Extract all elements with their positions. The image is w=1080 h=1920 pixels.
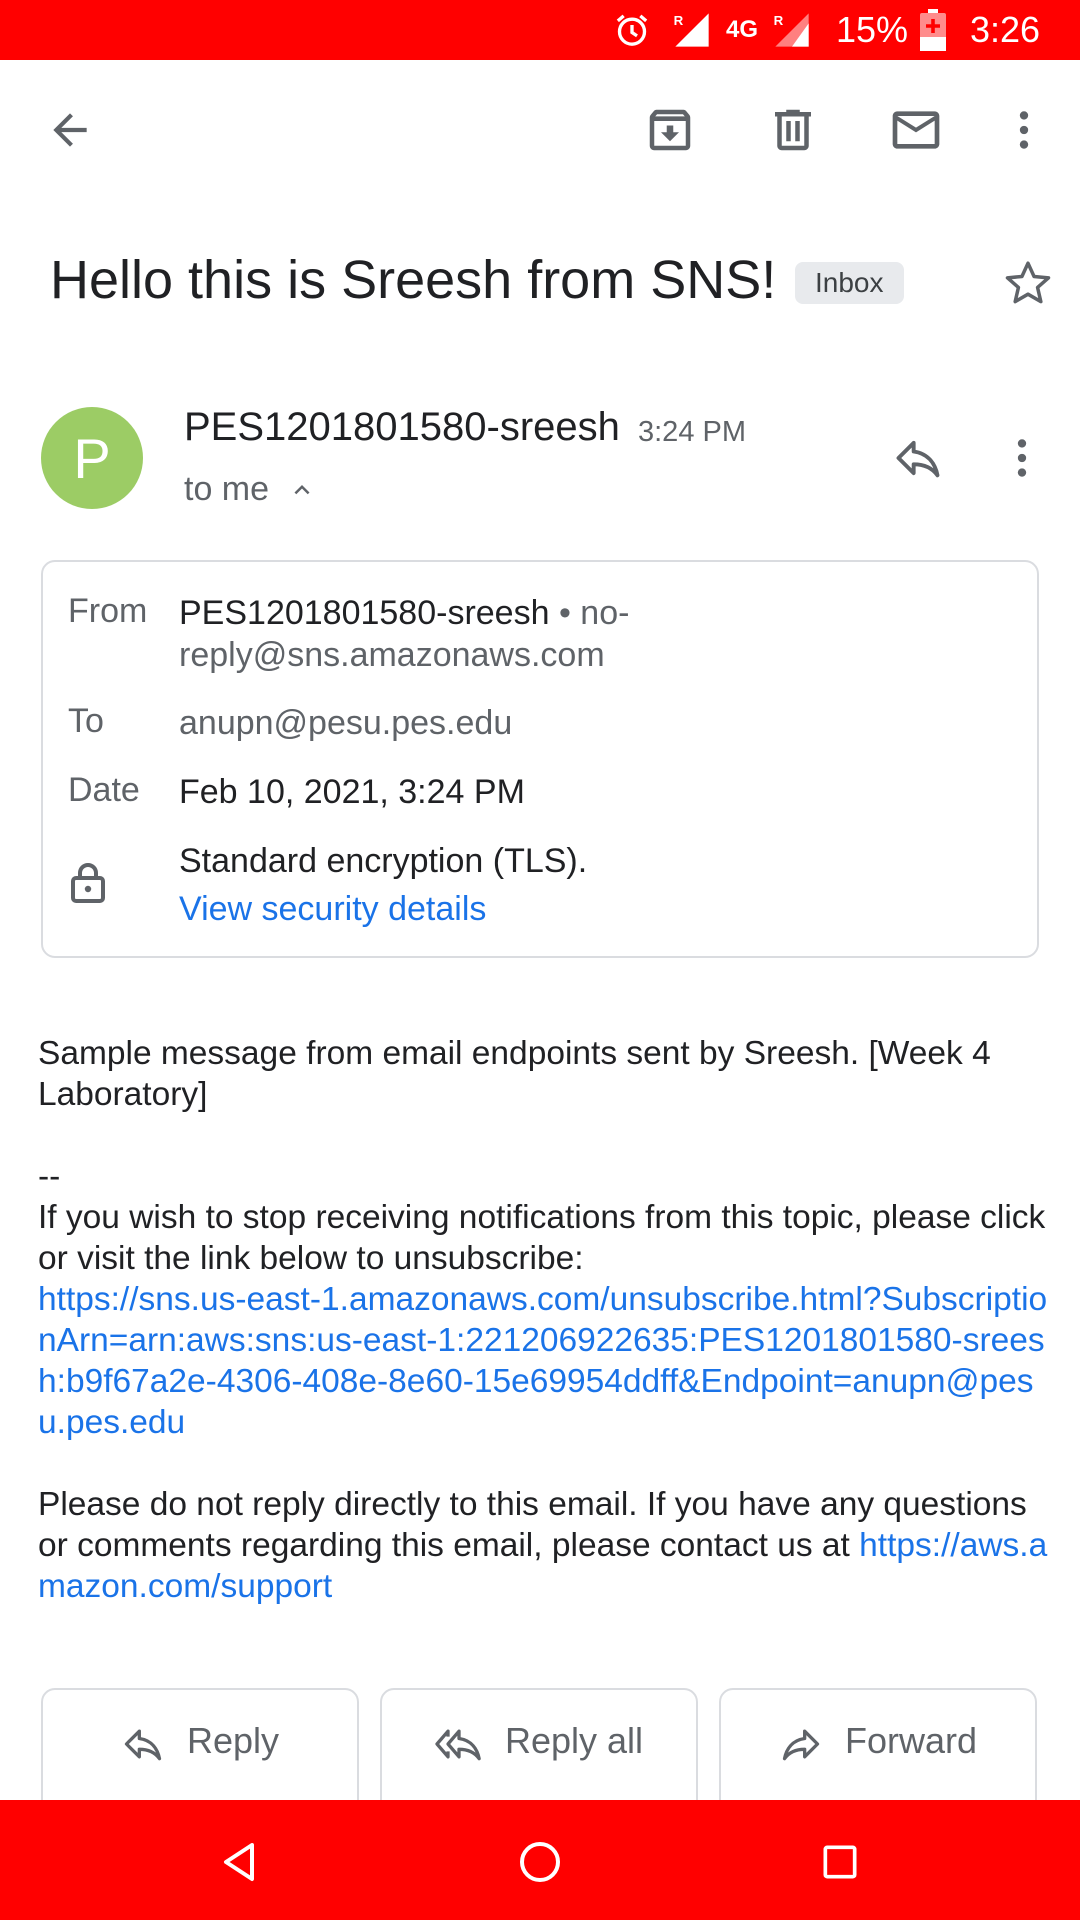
- reply-icon: [121, 1722, 165, 1766]
- signal-icon: R: [772, 0, 812, 60]
- security-info: Standard encryption (TLS). View security…: [179, 840, 999, 930]
- action-buttons: Reply Reply all Forward: [0, 1688, 1080, 1800]
- date-label: Date: [68, 771, 140, 809]
- reply-label: Reply: [186, 1720, 280, 1761]
- recipient-summary-label: to me: [184, 470, 270, 508]
- archive-icon: [649, 109, 691, 151]
- to-label: To: [68, 702, 104, 740]
- from-label: From: [68, 592, 148, 630]
- recipient-summary[interactable]: to me: [184, 470, 317, 509]
- more-vert-icon: [1019, 111, 1029, 149]
- mark-unread-icon: [892, 111, 940, 149]
- nav-home-button[interactable]: [500, 1822, 580, 1902]
- reply-all-icon: [435, 1722, 483, 1766]
- reply-all-button[interactable]: Reply all: [380, 1688, 698, 1800]
- more-vert-icon: [1017, 439, 1027, 477]
- to-value[interactable]: anupn@pesu.pes.edu: [179, 702, 999, 744]
- back-arrow-icon: [53, 113, 87, 147]
- message-details-card: From PES1201801580-sreesh • no-reply@sns…: [41, 560, 1039, 958]
- back-button[interactable]: [30, 90, 110, 170]
- from-separator: •: [549, 594, 581, 632]
- more-options-button[interactable]: [984, 90, 1064, 170]
- inbox-label-chip[interactable]: Inbox: [795, 262, 904, 304]
- body-line-1: Sample message from email endpoints sent…: [38, 1035, 991, 1113]
- navigation-bar: [0, 1800, 1080, 1920]
- signal-icon: R: [672, 0, 712, 60]
- unsubscribe-link[interactable]: https://sns.us-east-1.amazonaws.com/unsu…: [38, 1281, 1047, 1441]
- from-value: PES1201801580-sreesh • no-reply@sns.amaz…: [179, 592, 999, 676]
- delete-icon: [775, 109, 811, 151]
- email-subject: Hello this is Sreesh from SNS!: [50, 250, 777, 310]
- unsubscribe-text: If you wish to stop receiving notificati…: [38, 1199, 1046, 1277]
- view-security-details-link[interactable]: View security details: [179, 888, 999, 930]
- email-time: 3:24 PM: [638, 416, 746, 448]
- date-value: Feb 10, 2021, 3:24 PM: [179, 773, 525, 811]
- battery-charging-icon: [920, 0, 946, 60]
- network-type: 4G: [726, 16, 759, 43]
- from-name: PES1201801580-sreesh: [179, 594, 550, 632]
- star-icon: [1005, 261, 1051, 304]
- email-body: Sample message from email endpoints sent…: [38, 1033, 1048, 1607]
- nav-recents-icon: [823, 1845, 857, 1879]
- nav-back-icon: [224, 1843, 254, 1881]
- footer-text: Please do not reply directly to this ema…: [38, 1486, 1048, 1605]
- security-text: Standard encryption (TLS).: [179, 842, 588, 880]
- quick-reply-button[interactable]: [880, 420, 956, 496]
- svg-text:R: R: [774, 13, 784, 28]
- nav-home-icon: [520, 1842, 560, 1882]
- forward-icon: [779, 1722, 823, 1766]
- archive-button[interactable]: [630, 90, 710, 170]
- forward-button[interactable]: Forward: [719, 1688, 1037, 1800]
- mark-unread-button[interactable]: [876, 90, 956, 170]
- clock: 3:26: [970, 9, 1041, 50]
- delete-button[interactable]: [753, 90, 833, 170]
- reply-icon: [896, 440, 940, 478]
- lock-icon: [68, 860, 108, 909]
- alarm-icon: [612, 0, 652, 60]
- nav-recents-button[interactable]: [800, 1822, 880, 1902]
- svg-text:R: R: [674, 13, 684, 28]
- body-separator: --: [38, 1158, 61, 1195]
- star-button[interactable]: [990, 245, 1066, 321]
- toolbar: [0, 60, 1080, 202]
- nav-back-button[interactable]: [200, 1822, 280, 1902]
- message-more-button[interactable]: [984, 420, 1060, 496]
- sender-name: PES1201801580-sreesh: [184, 405, 620, 449]
- subject-row: Hello this is Sreesh from SNS! Inbox: [50, 245, 1051, 325]
- reply-button[interactable]: Reply: [41, 1688, 359, 1800]
- battery-percent: 15%: [836, 9, 909, 50]
- chevron-up-icon: [287, 475, 317, 505]
- reply-all-label: Reply all: [504, 1720, 644, 1761]
- avatar[interactable]: P: [41, 407, 143, 509]
- forward-label: Forward: [844, 1720, 978, 1761]
- status-bar: R 4G R 15% 3:26: [0, 0, 1080, 60]
